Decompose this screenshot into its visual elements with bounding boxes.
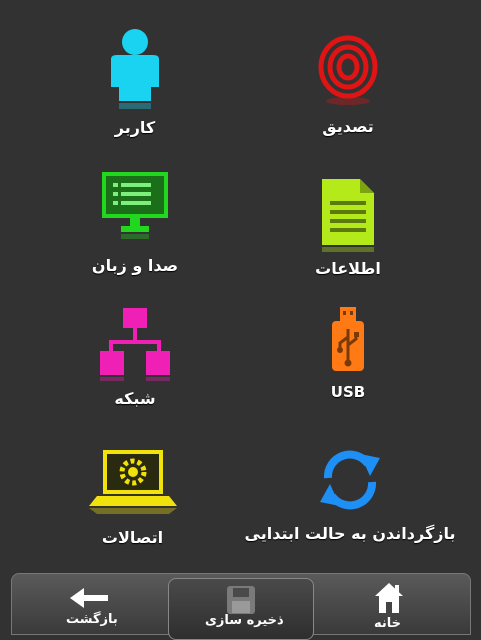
menu-item-info[interactable]: اطلاعات — [293, 177, 403, 282]
menu-item-usb-label: USB — [330, 383, 366, 401]
back-arrow-icon — [70, 588, 108, 608]
usb-drive-icon — [332, 307, 364, 371]
menu-item-reset-label: بازگرداندن به حالت ابتدایی — [244, 524, 456, 543]
monitor-icon — [102, 172, 168, 239]
home-button[interactable]: خانه — [352, 574, 462, 634]
menu-item-usb[interactable]: USB — [293, 305, 403, 410]
menu-item-user-label: کاربر — [114, 118, 156, 137]
menu-item-user[interactable]: کاربر — [80, 25, 190, 145]
network-icon — [100, 308, 170, 381]
menu-item-info-label: اطلاعات — [315, 259, 381, 278]
home-icon — [375, 583, 403, 613]
document-icon — [322, 179, 374, 252]
menu-item-network[interactable]: شبکه — [75, 305, 195, 415]
menu-item-verify-label: تصدیق — [322, 117, 374, 136]
menu-item-network-label: شبکه — [114, 389, 156, 408]
save-button[interactable]: ذخیره سازی — [168, 578, 314, 640]
menu-item-connections-label: اتصالات — [101, 528, 164, 547]
home-button-label: خانه — [374, 616, 402, 631]
user-icon — [111, 29, 159, 109]
back-button-label: بازگشت — [66, 612, 118, 627]
menu-item-connections[interactable]: اتصالات — [70, 448, 195, 553]
menu-item-verify[interactable]: تصدیق — [293, 35, 403, 145]
fingerprint-target-icon — [318, 35, 378, 105]
menu-item-sound-language-label: صدا و زبان — [91, 256, 179, 275]
refresh-icon — [320, 450, 380, 510]
laptop-settings-icon — [88, 450, 177, 514]
menu-item-reset[interactable]: بازگرداندن به حالت ابتدایی — [245, 448, 455, 553]
menu-item-sound-language[interactable]: صدا و زبان — [75, 170, 195, 280]
bottom-toolbar: بازگشت ذخیره سازی خانه — [11, 573, 471, 640]
back-button[interactable]: بازگشت — [42, 574, 162, 634]
floppy-disk-icon — [227, 586, 255, 614]
